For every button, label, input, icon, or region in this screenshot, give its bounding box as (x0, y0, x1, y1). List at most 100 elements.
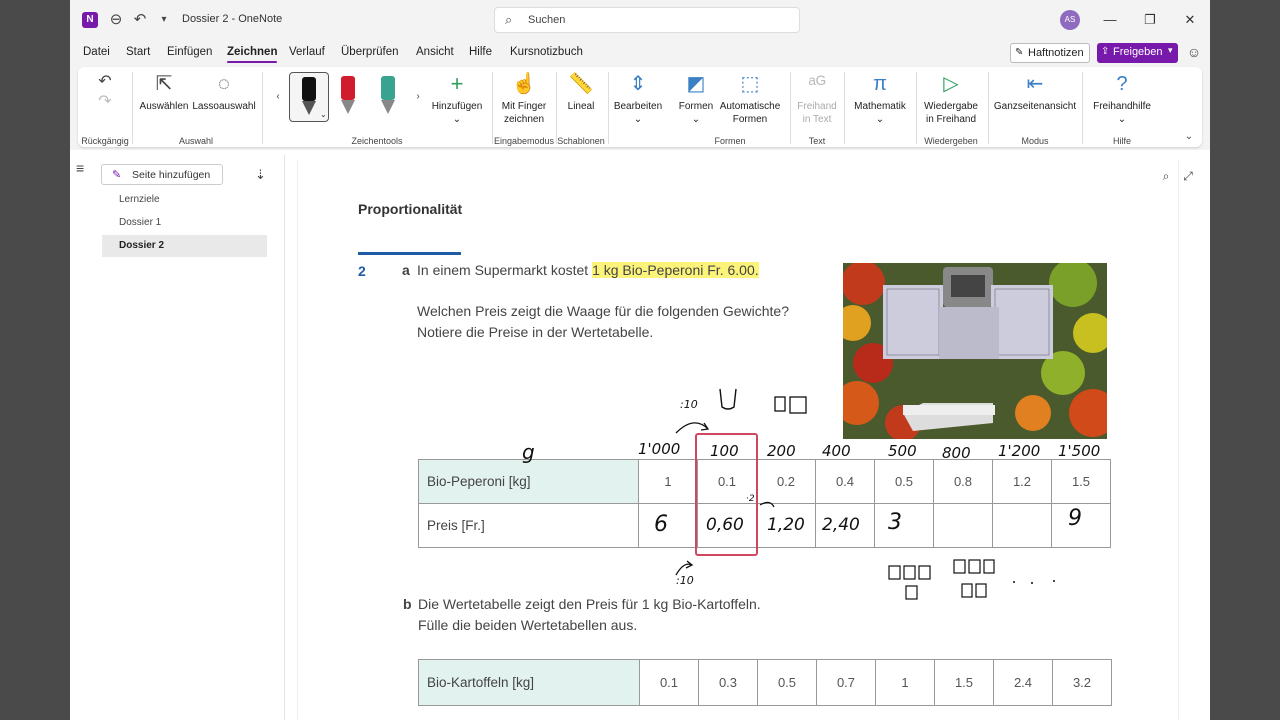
onenote-window: N ⊖ ↶ ▾ Dossier 2 - OneNote ⌕ Suchen AS … (70, 0, 1210, 720)
shapes-icon: ◩ (686, 73, 706, 95)
add-page-button[interactable]: ✎ Seite hinzufügen (101, 164, 223, 185)
tab-ueberpruefen[interactable]: Überprüfen (341, 46, 399, 58)
mathematik-button[interactable]: π Mathematik ⌄ (848, 72, 912, 126)
lasso-button[interactable]: ◌ Lassoauswahl (192, 72, 256, 113)
pens-scroll-left-icon[interactable]: ‹ (272, 90, 284, 103)
user-avatar[interactable]: AS (1060, 10, 1080, 30)
table-cell: 1 (875, 659, 935, 706)
page-item-dossier-2[interactable]: Dossier 2 (102, 235, 267, 257)
ribbon-separator (608, 72, 609, 144)
ribbon-separator (132, 72, 133, 144)
pen-red[interactable] (329, 72, 369, 122)
part-a-line2: Welchen Preis zeigt die Waage für die fo… (417, 303, 789, 319)
edit-arrows-icon: ⇕ (629, 73, 647, 95)
auto-formen-label-1: Automatische (719, 101, 781, 112)
lineal-label: Lineal (567, 101, 595, 112)
redo-button[interactable]: ↷ (94, 90, 116, 118)
tab-verlauf[interactable]: Verlauf (289, 46, 325, 58)
hamburger-icon[interactable]: ≡ (76, 160, 84, 176)
tab-datei[interactable]: Datei (83, 46, 110, 58)
pen-teal-icon (381, 76, 395, 114)
chevron-down-icon: ⌄ (691, 114, 701, 125)
ribbon-separator (988, 72, 989, 144)
lasso-icon: ◌ (218, 73, 230, 95)
sort-icon[interactable]: ⇣ (255, 167, 266, 183)
zoom-search-icon[interactable]: ⌕ (1156, 166, 1176, 186)
finger-label-1: Mit Finger (501, 101, 547, 112)
ribbon-separator (1082, 72, 1083, 144)
bearbeiten-button[interactable]: ⇕ Bearbeiten ⌄ (610, 72, 666, 126)
replay-icon: ▷ (943, 73, 959, 95)
ribbon-separator (492, 72, 493, 144)
ribbon-separator (556, 72, 557, 144)
table-cell: 0.1 (639, 659, 699, 706)
pen-teal[interactable] (369, 72, 409, 122)
group-wiedergeben: Wiedergeben (924, 136, 978, 146)
group-hilfe: Hilfe (1112, 136, 1131, 146)
cursor-icon: ⇱ (155, 73, 173, 95)
tab-hilfe[interactable]: Hilfe (469, 46, 492, 58)
close-icon[interactable]: ✕ (1180, 10, 1200, 30)
wiedergabe-label-1: Wiedergabe (924, 101, 978, 112)
person-icon[interactable]: ☺ (1185, 44, 1203, 62)
automatische-formen-button[interactable]: ⬚ Automatische Formen (718, 72, 782, 126)
part-b-line1: Die Wertetabelle zeigt den Preis für 1 k… (418, 596, 761, 612)
ganzseitenansicht-button[interactable]: ⇤ Ganzseitenansicht (992, 72, 1078, 113)
kartoffeln-table: Bio-Kartoffeln [kg] 0.1 0.3 0.5 0.7 1 1.… (418, 659, 1112, 706)
table-cell: 3.2 (1052, 659, 1112, 706)
part-b-line2: Fülle die beiden Wertetabellen aus. (418, 617, 638, 633)
freihand-text-label-1: Freihand (797, 101, 837, 112)
group-eingabemodus: Eingabemodus (494, 136, 555, 146)
pen-black[interactable]: ⌄ (289, 72, 329, 122)
group-auswahl: Auswahl (178, 136, 214, 146)
table-cell: 1.5 (934, 659, 994, 706)
full-page-icon: ⇤ (1026, 73, 1044, 95)
tab-ansicht[interactable]: Ansicht (416, 46, 454, 58)
freihand-text-label-2: in Text (802, 114, 832, 125)
wiedergabe-button[interactable]: ▷ Wiedergabe in Freihand (920, 72, 982, 126)
mit-finger-zeichnen-button[interactable]: ☝ Mit Finger zeichnen (496, 72, 552, 126)
page-title: Proportionalität (358, 201, 463, 217)
tab-zeichnen[interactable]: Zeichnen (227, 46, 278, 63)
group-zeichentools: Zeichentools (351, 136, 403, 146)
minimize-icon[interactable]: — (1100, 10, 1120, 30)
freigeben-button[interactable]: ⇪ Freigeben ▾ (1097, 43, 1178, 63)
restore-icon[interactable]: ❐ (1140, 10, 1160, 30)
hinzufuegen-button[interactable]: + Hinzufügen ⌄ (427, 72, 487, 126)
background-window-left (0, 0, 70, 720)
tab-einfuegen[interactable]: Einfügen (167, 46, 212, 58)
freigeben-label: Freigeben (1113, 46, 1163, 58)
page-item-lernziele[interactable]: Lernziele (102, 189, 267, 211)
finger-draw-icon: ☝ (511, 73, 537, 95)
freihandhilfe-button[interactable]: ? Freihandhilfe ⌄ (1088, 72, 1156, 126)
ribbon-collapse-icon[interactable]: ⌄ (1182, 130, 1196, 143)
lasso-label: Lassoauswahl (192, 101, 256, 112)
mathematik-label: Mathematik (854, 101, 906, 112)
quick-access-chevron-icon[interactable]: ▾ (154, 10, 174, 30)
help-icon: ? (1116, 73, 1128, 95)
tab-kursnotizbuch[interactable]: Kursnotizbuch (510, 46, 583, 58)
auto-shapes-icon: ⬚ (740, 73, 760, 95)
window-title: Dossier 2 - OneNote (182, 13, 283, 25)
haftnotizen-label: Haftnotizen (1028, 47, 1084, 59)
part-a-label: a (402, 262, 410, 278)
freihand-in-text-button[interactable]: ᵃᴳ Freihand in Text (794, 72, 840, 126)
search-box[interactable]: ⌕ Suchen (494, 7, 800, 33)
back-icon[interactable]: ⊖ (106, 10, 126, 30)
auswaehlen-button[interactable]: ⇱ Auswählen (136, 72, 192, 113)
tab-start[interactable]: Start (126, 46, 150, 58)
part-a-highlight: 1 kg Bio-Peperoni Fr. 6.00. (592, 262, 759, 278)
ink-price: 6 (654, 512, 668, 537)
page-item-dossier-1[interactable]: Dossier 1 (102, 212, 267, 234)
group-rueckgaengig: Rückgängig (81, 136, 129, 146)
formen-button[interactable]: ◩ Formen ⌄ (672, 72, 720, 126)
search-icon: ⌕ (505, 12, 513, 27)
group-text: Text (808, 136, 826, 146)
pen-black-icon: ⌄ (302, 77, 327, 119)
undo-icon[interactable]: ↶ (130, 10, 150, 30)
haftnotizen-button[interactable]: ✎ Haftnotizen (1010, 43, 1090, 63)
lineal-button[interactable]: 📏 Lineal (560, 72, 602, 113)
expand-icon[interactable]: ⤢ (1178, 166, 1198, 186)
pens-scroll-right-icon[interactable]: › (412, 90, 424, 103)
ribbon-separator (916, 72, 917, 144)
